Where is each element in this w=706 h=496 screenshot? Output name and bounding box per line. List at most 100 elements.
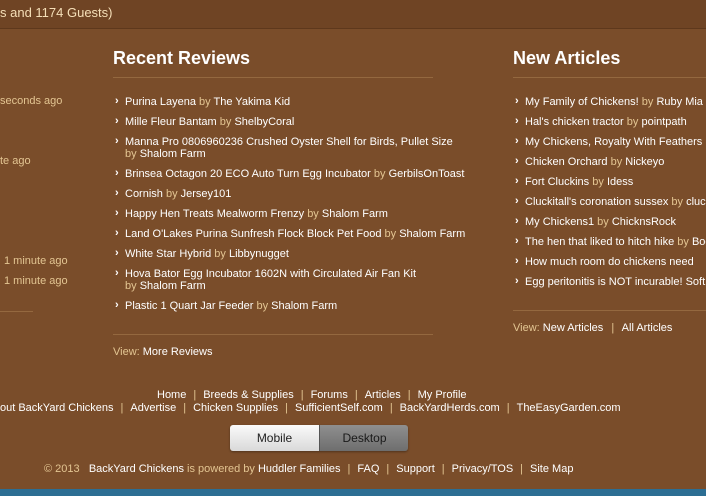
articles-title-divider — [513, 77, 706, 78]
by-label: by — [199, 96, 211, 108]
article-link[interactable]: Egg peritonitis is NOT incurable! Soft. — [525, 276, 706, 288]
article-item: Egg peritonitis is NOT incurable! Soft. — [513, 275, 706, 288]
article-link[interactable]: Fort Cluckins — [525, 176, 589, 188]
article-item: Cluckitall's coronation sussex by cluc — [513, 195, 706, 208]
review-author-link[interactable]: ShelbyCoral — [234, 116, 294, 128]
article-item: Fort Cluckins by Idess — [513, 175, 706, 188]
new-articles-link[interactable]: New Articles — [543, 322, 604, 334]
footer-link-home[interactable]: Home — [157, 389, 186, 401]
by-label: by — [384, 228, 397, 240]
article-author-link[interactable]: Nickeyo — [625, 156, 664, 168]
review-link[interactable]: Manna Pro 0806960236 Crushed Oyster Shel… — [125, 136, 453, 148]
article-link[interactable]: How much room do chickens need — [525, 256, 694, 268]
review-link[interactable]: White Star Hybrid — [125, 248, 211, 260]
by-label: by — [641, 96, 654, 108]
review-item: Manna Pro 0806960236 Crushed Oyster Shel… — [113, 135, 465, 160]
privacy-link[interactable]: Privacy/TOS — [452, 463, 514, 475]
view-label: View: — [513, 322, 540, 334]
by-label: by — [125, 280, 137, 292]
article-item: The hen that liked to hitch hike by Boo — [513, 235, 706, 248]
article-author-link[interactable]: ChicknsRock — [612, 216, 676, 228]
separator: | — [611, 322, 615, 334]
article-item: Chicken Orchard by Nickeyo — [513, 155, 706, 168]
article-link[interactable]: My Chickens, Royalty With Feathers — [525, 136, 702, 148]
review-author-link[interactable]: Shalom Farm — [140, 148, 206, 160]
online-users-text: s and 1174 Guests) — [0, 5, 113, 20]
footer-link-theeasygarden[interactable]: TheEasyGarden.com — [517, 402, 621, 414]
review-author-link[interactable]: Shalom Farm — [322, 208, 388, 220]
review-link[interactable]: Mille Fleur Bantam — [125, 116, 217, 128]
review-author-link[interactable]: GerbilsOnToast — [389, 168, 465, 180]
bottom-accent-bar — [0, 489, 706, 496]
article-link[interactable]: Cluckitall's coronation sussex — [525, 196, 668, 208]
review-link[interactable]: Land O'Lakes Purina Sunfresh Flock Block… — [125, 228, 381, 240]
by-label: by — [677, 236, 689, 248]
reviews-title-divider — [113, 77, 433, 78]
footer-link-about[interactable]: out BackYard Chickens — [0, 402, 114, 414]
separator: | — [407, 389, 411, 401]
footer-link-forums[interactable]: Forums — [311, 389, 348, 401]
site-name-link[interactable]: BackYard Chickens — [89, 463, 184, 475]
review-link[interactable]: Hova Bator Egg Incubator 1602N with Circ… — [125, 268, 416, 280]
left-col-time: te ago — [0, 155, 31, 167]
desktop-button[interactable]: Desktop — [319, 425, 408, 451]
articles-view-line: View: New Articles | All Articles — [513, 322, 672, 334]
footer-link-profile[interactable]: My Profile — [418, 389, 467, 401]
support-link[interactable]: Support — [396, 463, 435, 475]
review-link[interactable]: Purina Layena — [125, 96, 196, 108]
review-author-link[interactable]: Shalom Farm — [140, 280, 206, 292]
article-author-link[interactable]: cluc — [686, 196, 706, 208]
review-item: Brinsea Octagon 20 ECO Auto Turn Egg Inc… — [113, 167, 465, 180]
review-author-link[interactable]: Shalom Farm — [399, 228, 465, 240]
review-author-link[interactable]: Jersey101 — [181, 188, 232, 200]
footer-link-backyardherds[interactable]: BackYardHerds.com — [400, 402, 500, 414]
review-author-link[interactable]: The Yakima Kid — [214, 96, 291, 108]
article-author-link[interactable]: pointpath — [641, 116, 686, 128]
articles-bottom-divider — [513, 310, 706, 311]
sitemap-link[interactable]: Site Map — [530, 463, 573, 475]
by-label: by — [307, 208, 319, 220]
by-label: by — [373, 168, 386, 180]
more-reviews-link[interactable]: More Reviews — [143, 346, 213, 358]
article-link[interactable]: My Family of Chickens! — [525, 96, 639, 108]
review-link[interactable]: Plastic 1 Quart Jar Feeder — [125, 300, 253, 312]
reviews-bottom-divider — [113, 334, 433, 335]
footer-link-sufficientself[interactable]: SufficientSelf.com — [295, 402, 383, 414]
footer-nav-secondary: out BackYard Chickens | Advertise | Chicken … — [0, 402, 621, 414]
article-item: My Chickens1 by ChicknsRock — [513, 215, 706, 228]
review-author-link[interactable]: Libbynugget — [229, 248, 289, 260]
separator: | — [120, 402, 124, 414]
review-link[interactable]: Happy Hen Treats Mealworm Frenzy — [125, 208, 304, 220]
article-author-link[interactable]: Ruby Mia — [656, 96, 702, 108]
articles-list: My Family of Chickens! by Ruby Mia Hal's… — [513, 95, 706, 288]
separator: | — [386, 463, 390, 475]
huddler-link[interactable]: Huddler Families — [258, 463, 341, 475]
article-link[interactable]: The hen that liked to hitch hike — [525, 236, 674, 248]
review-item: Purina Layena by The Yakima Kid — [113, 95, 465, 108]
by-label: by — [626, 116, 639, 128]
article-item: My Family of Chickens! by Ruby Mia — [513, 95, 706, 108]
left-col-divider — [0, 311, 33, 312]
article-author-link[interactable]: Boo — [692, 236, 706, 248]
faq-link[interactable]: FAQ — [357, 463, 379, 475]
review-item: White Star Hybrid by Libbynugget — [113, 247, 465, 260]
review-author-link[interactable]: Shalom Farm — [271, 300, 337, 312]
powered-by-text: is powered by — [187, 463, 255, 475]
article-link[interactable]: Chicken Orchard — [525, 156, 608, 168]
separator: | — [347, 463, 351, 475]
separator: | — [300, 389, 304, 401]
article-link[interactable]: My Chickens1 — [525, 216, 594, 228]
article-author-link[interactable]: Idess — [607, 176, 633, 188]
footer-link-advertise[interactable]: Advertise — [130, 402, 176, 414]
review-link[interactable]: Brinsea Octagon 20 ECO Auto Turn Egg Inc… — [125, 168, 371, 180]
left-col-time: seconds ago — [0, 95, 63, 107]
footer-link-chicken-supplies[interactable]: Chicken Supplies — [193, 402, 278, 414]
articles-title: New Articles — [513, 48, 621, 68]
footer-link-breeds[interactable]: Breeds & Supplies — [203, 389, 294, 401]
review-link[interactable]: Cornish — [125, 188, 163, 200]
separator: | — [183, 402, 187, 414]
footer-link-articles[interactable]: Articles — [365, 389, 401, 401]
all-articles-link[interactable]: All Articles — [622, 322, 673, 334]
article-link[interactable]: Hal's chicken tractor — [525, 116, 624, 128]
mobile-button[interactable]: Mobile — [230, 425, 319, 451]
